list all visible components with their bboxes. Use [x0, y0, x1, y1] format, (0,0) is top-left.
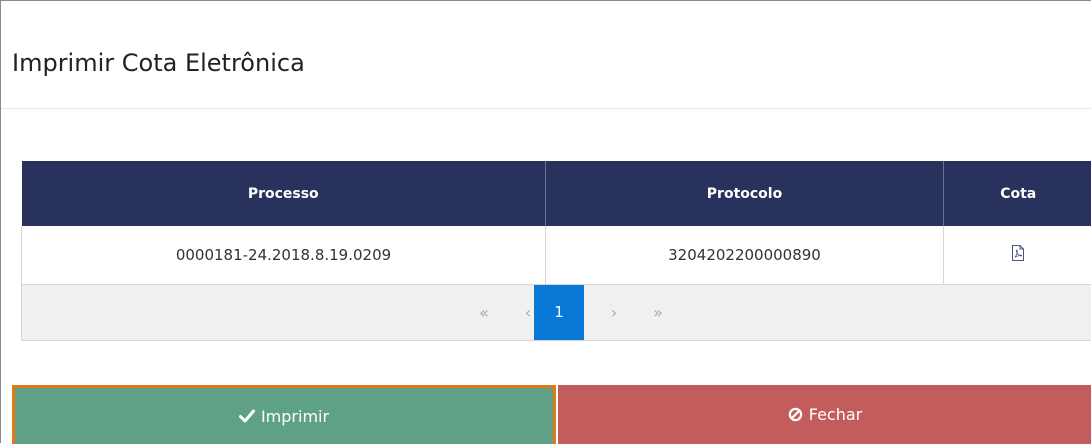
- column-header-cota[interactable]: Cota: [944, 161, 1091, 226]
- dialog-header: Imprimir Cota Eletrônica: [1, 1, 1091, 109]
- results-table-container: Processo Protocolo Cota 0000181-24.2018.…: [21, 161, 1091, 285]
- close-button-label: Fechar: [809, 405, 863, 424]
- column-header-processo[interactable]: Processo: [22, 161, 546, 226]
- print-dialog: Imprimir Cota Eletrônica Processo Protoc…: [0, 0, 1091, 443]
- table-header-row: Processo Protocolo Cota: [22, 161, 1091, 226]
- dialog-title: Imprimir Cota Eletrônica: [12, 45, 305, 81]
- results-table: Processo Protocolo Cota 0000181-24.2018.…: [21, 161, 1091, 285]
- pagination: « ‹ 1 › »: [21, 285, 1091, 341]
- pager-first-button[interactable]: «: [462, 285, 506, 340]
- print-button[interactable]: Imprimir: [12, 385, 556, 444]
- close-button[interactable]: Fechar: [558, 385, 1091, 444]
- pager-page-1[interactable]: 1: [534, 285, 584, 340]
- cell-processo: 0000181-24.2018.8.19.0209: [22, 226, 546, 285]
- check-icon: [239, 409, 255, 423]
- column-header-protocolo[interactable]: Protocolo: [546, 161, 944, 226]
- table-row[interactable]: 0000181-24.2018.8.19.0209 32042022000008…: [22, 226, 1091, 285]
- ban-icon: [788, 407, 803, 422]
- pager-next-button[interactable]: ›: [592, 285, 636, 340]
- pdf-icon[interactable]: [1011, 245, 1025, 265]
- cell-protocolo: 3204202200000890: [546, 226, 944, 285]
- print-button-label: Imprimir: [261, 407, 329, 426]
- pager-last-button[interactable]: »: [636, 285, 680, 340]
- cell-cota: [944, 226, 1091, 285]
